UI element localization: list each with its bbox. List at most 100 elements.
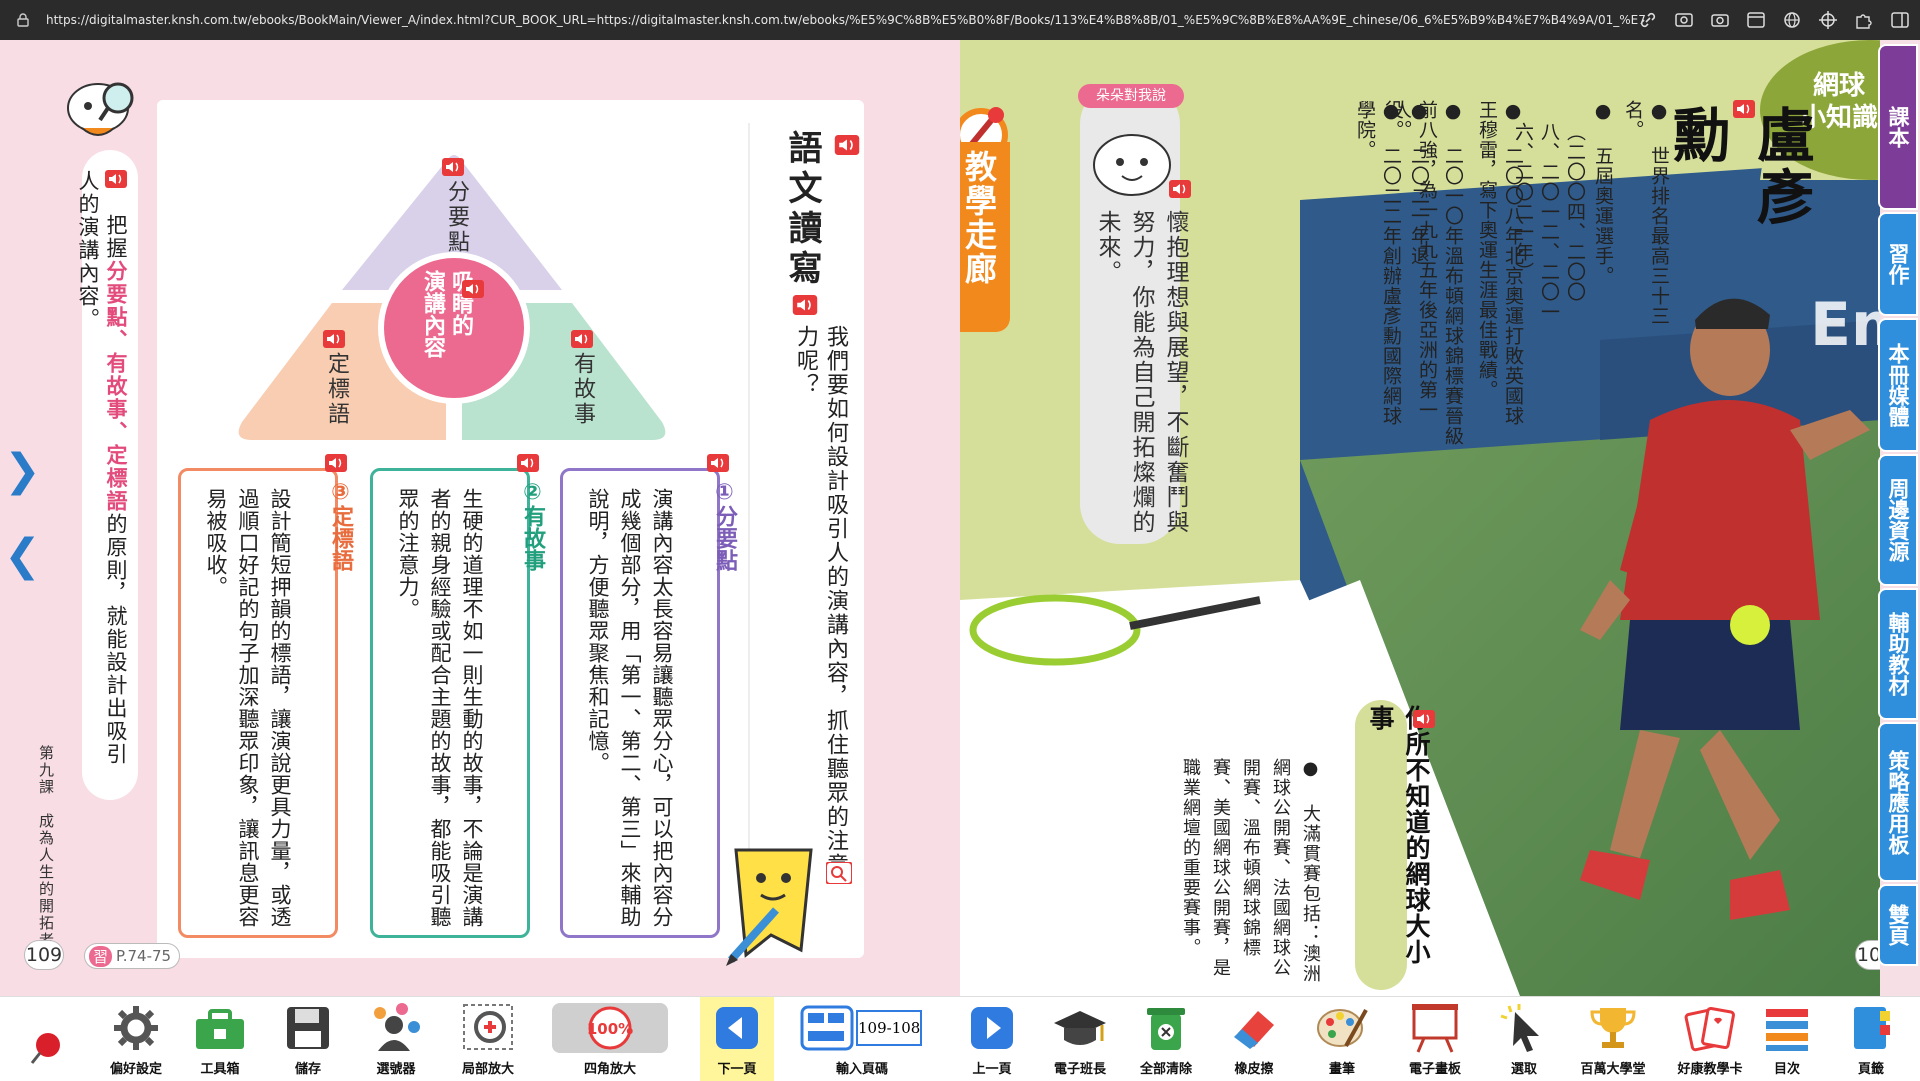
crosshair-icon[interactable] <box>1818 10 1838 30</box>
audio-speaker-icon[interactable] <box>102 170 130 188</box>
toolbar-pin[interactable] <box>14 997 78 1081</box>
mascot-magnifier-icon <box>67 82 134 136</box>
bullet-3-text: 二〇〇八年北京奧運打敗英國球王穆雷，寫下奧運生涯最佳戰績。 <box>1476 100 1524 426</box>
audio-speaker-icon[interactable] <box>441 158 465 180</box>
screenshot-icon[interactable] <box>1674 10 1694 30</box>
bullet-2: ● 五屆奧運選手。 <box>1592 100 1614 286</box>
toolbar-preferences[interactable]: 偏好設定 <box>96 997 176 1081</box>
toolbar-drawing-board[interactable]: 電子畫板 <box>1390 997 1480 1081</box>
audio-speaker-icon[interactable] <box>1412 710 1436 732</box>
page-input-icon <box>800 1005 854 1051</box>
toolbar-number-picker[interactable]: 選號器 <box>356 997 436 1081</box>
page-109: 把握分要點、有故事、定標語的原則，就能設計出吸引人的演講內容。 語文讀寫 我們要… <box>0 40 960 996</box>
tab-workbook-label: 習作 <box>1886 243 1910 285</box>
page-108: Em 網球 小知識 盧彥勳 ● <box>960 40 1880 996</box>
toolbar-zoom-corners[interactable]: 100% 四角放大 <box>548 997 672 1081</box>
tab-double-page[interactable]: 雙頁 <box>1878 884 1918 966</box>
toolbar-zoom-region[interactable]: 局部放大 <box>446 997 530 1081</box>
bullet-3: ● 二〇〇八年北京奧運打敗英國球王穆雷，寫下奧運生涯最佳戰績。 <box>1476 100 1524 426</box>
tab-resources-label: 周邊資源 <box>1886 478 1910 562</box>
box-1-heading: ①分要點 <box>708 480 740 590</box>
toolbar-page-input-label: 輸入頁碼 <box>835 1062 888 1077</box>
workbook-pages: P.74-75 <box>116 947 172 965</box>
toolbar-toc[interactable]: 目次 <box>1752 997 1822 1081</box>
toolbar-pen-label: 畫筆 <box>1328 1062 1355 1077</box>
audio-speaker-icon[interactable] <box>516 454 540 476</box>
tab-textbook[interactable]: 課本 <box>1878 44 1918 210</box>
prev-page-arrow-icon[interactable]: ❮ <box>4 530 41 581</box>
audio-speaker-icon[interactable] <box>1732 100 1756 122</box>
toolbar-save[interactable]: 儲存 <box>268 997 348 1081</box>
zoom-region-icon <box>463 1004 513 1050</box>
page-number-input[interactable] <box>856 1010 922 1046</box>
site-info-icon[interactable] <box>16 13 30 27</box>
next-page-arrow-icon[interactable]: ❯ <box>4 445 41 496</box>
audio-speaker-icon[interactable] <box>792 295 818 319</box>
page-number-left: 109 <box>24 940 64 970</box>
bullet-1-text: 世界排名最高三十三名。 <box>1622 100 1670 326</box>
audio-speaker-icon[interactable] <box>324 454 348 476</box>
toolbar-toolbox[interactable]: 工具箱 <box>180 997 260 1081</box>
globe-icon[interactable] <box>1782 10 1802 30</box>
section-title: 語文讀寫 <box>782 130 822 290</box>
tab-workbook[interactable]: 習作 <box>1878 212 1918 316</box>
banner-text: Em <box>1810 290 1880 360</box>
toolbar-select-label: 選取 <box>1510 1062 1537 1077</box>
tab-media-label: 本冊媒體 <box>1886 343 1910 427</box>
tab-media[interactable]: 本冊媒體 <box>1878 318 1918 452</box>
tab-strategy-board[interactable]: 策略應用板 <box>1878 722 1918 882</box>
workbook-reference[interactable]: 習 P.74-75 <box>84 943 181 969</box>
toolbar-drawing-board-label: 電子畫板 <box>1408 1062 1461 1077</box>
toolbar-page-input[interactable]: 輸入頁碼 <box>800 997 924 1081</box>
speech-text: 懷抱理想與展望，不斷奮鬥與努力，你能為自己開拓燦爛的未來。 <box>1094 210 1188 535</box>
workbook-badge: 習 <box>89 945 113 967</box>
audio-speaker-icon[interactable] <box>322 330 346 352</box>
url-text[interactable]: https://digitalmaster.knsh.com.tw/ebooks… <box>46 13 1646 27</box>
cards-icon <box>1684 1006 1735 1052</box>
toolbox-icon <box>196 1009 244 1049</box>
toolbar-save-label: 儲存 <box>294 1062 321 1077</box>
toolbar-next-page-label: 下一頁 <box>717 1062 757 1077</box>
box-1-body: 演講內容太長容易讓聽眾分心，可以把內容分成幾個部分，用「第一、第二、第三」來輔助… <box>586 488 674 928</box>
toolbar-bookmark[interactable]: 頁籤 <box>1836 997 1906 1081</box>
tip-prefix: 把握 <box>104 214 128 260</box>
toolbar-prev-page[interactable]: 上一頁 <box>952 997 1032 1081</box>
toolbar-toc-label: 目次 <box>1773 1062 1800 1077</box>
audio-speaker-icon[interactable] <box>462 280 484 302</box>
trivia-title: 你所不知道的網球大小事 <box>1366 705 1431 965</box>
toolbar-eraser[interactable]: 橡皮擦 <box>1214 997 1294 1081</box>
tab-supplementary[interactable]: 輔助教材 <box>1878 588 1918 720</box>
zoom-in-icon[interactable] <box>825 861 853 888</box>
tip-sep: 、 <box>104 421 128 444</box>
toolbar-teaching-cards[interactable]: 好康教學卡 <box>1660 997 1760 1081</box>
audio-speaker-icon[interactable] <box>706 454 730 476</box>
box-2-body: 生硬的道理不如一則生動的故事，不論是演講者的親身經驗或配合主題的故事，都能吸引聽… <box>396 488 484 928</box>
tab-resources[interactable]: 周邊資源 <box>1878 454 1918 586</box>
audio-speaker-icon[interactable] <box>570 330 594 352</box>
toolbar-toolbox-label: 工具箱 <box>200 1062 240 1077</box>
eraser-icon <box>1234 1011 1274 1049</box>
toolbar-pen[interactable]: 畫筆 <box>1302 997 1382 1081</box>
page-number-right: 108 <box>1855 940 1880 970</box>
tab-double-page-label: 雙頁 <box>1886 904 1910 946</box>
trash-icon <box>1147 1008 1185 1050</box>
pin-icon <box>30 1033 60 1064</box>
audio-speaker-icon[interactable] <box>1168 180 1192 202</box>
toolbar-select[interactable]: 選取 <box>1484 997 1564 1081</box>
sidebar-icon[interactable] <box>1890 10 1910 30</box>
box-2-heading: ②有故事 <box>516 480 548 590</box>
principle-tip: 把握分要點、有故事、定標語的原則，就能設計出吸引人的演講內容。 <box>76 150 138 800</box>
camera-icon[interactable] <box>1710 10 1730 30</box>
link-icon[interactable] <box>1638 10 1658 30</box>
triangle-left-label: 定標語 <box>324 352 349 427</box>
tip-sep: 、 <box>104 329 128 352</box>
box-2-number: ② <box>520 480 545 505</box>
toolbar-million-academy[interactable]: 百萬大學堂 <box>1568 997 1658 1081</box>
toolbar-next-page[interactable]: 下一頁 <box>700 997 774 1081</box>
toolbar-class-monitor[interactable]: 電子班長 <box>1040 997 1120 1081</box>
extension-icon[interactable] <box>1854 10 1874 30</box>
audio-speaker-icon[interactable] <box>834 135 860 159</box>
toolbar-clear-all[interactable]: 全部清除 <box>1126 997 1206 1081</box>
bullet-1: ● 世界排名最高三十三名。 <box>1622 100 1670 326</box>
window-icon[interactable] <box>1746 10 1766 30</box>
